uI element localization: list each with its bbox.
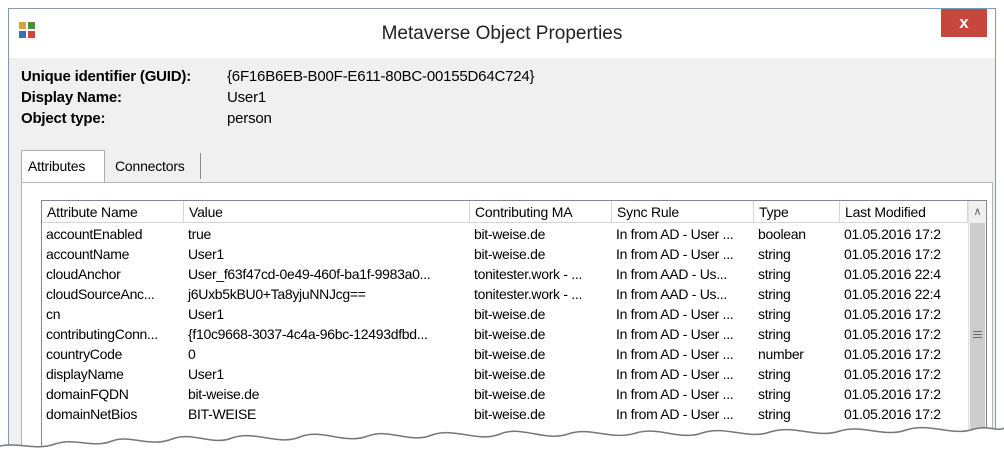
column-header-contributing-ma[interactable]: Contributing MA (470, 201, 612, 223)
cell-value: bit-weise.de (188, 386, 260, 402)
table-row[interactable]: displayName User1 bit-weise.de In from AD -… (42, 364, 968, 384)
cell-contributing-ma: tonitester.work - ... (474, 286, 583, 302)
scrollbar-thumb[interactable] (970, 223, 985, 460)
cell-attribute-name: accountName (46, 246, 130, 262)
cell-value: 0 (188, 346, 196, 362)
cell-contributing-ma: bit-weise.de (474, 346, 546, 362)
cell-last-modified: 01.05.2016 17:2 (844, 226, 941, 242)
cell-sync-rule: In from AAD - Us... (616, 286, 727, 302)
cell-type: boolean (758, 226, 806, 242)
grid-header: Attribute Name Value Contributing MA Syn… (42, 201, 968, 224)
tab-attributes[interactable]: Attributes (21, 150, 105, 183)
cell-type: string (758, 306, 791, 322)
cell-sync-rule: In from AD - User ... (616, 326, 734, 342)
table-row[interactable]: cloudSourceAnc... j6Uxb5kBU0+Ta8yjuNNJcg=… (42, 284, 968, 304)
cell-contributing-ma: bit-weise.de (474, 226, 546, 242)
cell-type: number (758, 346, 804, 362)
cell-sync-rule: In from AD - User ... (616, 246, 734, 262)
table-row[interactable]: accountName User1 bit-weise.de In from AD -… (42, 244, 968, 264)
cell-type: string (758, 266, 791, 282)
cell-sync-rule: In from AD - User ... (616, 346, 734, 362)
cell-value: User1 (188, 306, 224, 322)
cell-attribute-name: displayName (46, 366, 124, 382)
table-row[interactable]: accountEnabled true bit-weise.de In from AD… (42, 224, 968, 244)
display-name-value: User1 (227, 89, 267, 106)
cell-type: string (758, 326, 791, 342)
attributes-grid: Attribute Name Value Contributing MA Syn… (41, 200, 987, 460)
cell-value: true (188, 226, 211, 242)
cell-sync-rule: In from AD - User ... (616, 406, 734, 422)
cell-attribute-name: cloudSourceAnc... (46, 286, 155, 302)
vertical-scrollbar[interactable]: ∧ (968, 201, 986, 460)
cell-last-modified: 01.05.2016 22:4 (844, 286, 941, 302)
cell-last-modified: 01.05.2016 17:2 (844, 386, 941, 402)
table-row[interactable]: cn User1 bit-weise.de In from AD - User ...… (42, 304, 968, 324)
cell-contributing-ma: bit-weise.de (474, 366, 546, 382)
column-header-type[interactable]: Type (754, 201, 840, 223)
window-title: Metaverse Object Properties (381, 23, 623, 44)
cell-value: User1 (188, 366, 224, 382)
table-row[interactable]: contributingConn... {f10c9668-3037-4c4a-9… (42, 324, 968, 344)
table-row[interactable]: countryCode 0 bit-weise.de In from AD - Use… (42, 344, 968, 364)
cell-attribute-name: cn (46, 306, 61, 322)
cell-last-modified: 01.05.2016 17:2 (844, 346, 941, 362)
cell-type: string (758, 386, 791, 402)
table-row[interactable]: domainNetBios BIT-WEISE bit-weise.de In fro… (42, 404, 968, 424)
object-type-value: person (227, 110, 272, 127)
cell-contributing-ma: tonitester.work - ... (474, 266, 583, 282)
table-row[interactable]: cloudAnchor User_f63f47cd-0e49-460f-ba1f-… (42, 264, 968, 284)
cell-contributing-ma: bit-weise.de (474, 406, 546, 422)
cell-type: string (758, 366, 791, 382)
cell-attribute-name: domainFQDN (46, 386, 129, 402)
cell-value: {f10c9668-3037-4c4a-96bc-12493dfbd... (188, 326, 428, 342)
column-header-last-modified[interactable]: Last Modified (840, 201, 968, 223)
cell-sync-rule: In from AD - User ... (616, 306, 734, 322)
cell-last-modified: 01.05.2016 17:2 (844, 246, 941, 262)
title-bar: Metaverse Object Properties x (9, 9, 995, 58)
close-icon: x (959, 13, 969, 32)
guid-value: {6F16B6EB-B00F-E611-80BC-00155D64C724} (227, 68, 535, 85)
grip-icon (973, 331, 982, 340)
cell-value: User1 (188, 246, 224, 262)
cell-attribute-name: cloudAnchor (46, 266, 121, 282)
cell-value: BIT-WEISE (188, 406, 257, 422)
cell-type: string (758, 286, 791, 302)
cell-value: j6Uxb5kBU0+Ta8yjuNNJcg== (188, 286, 366, 302)
column-header-attribute-name[interactable]: Attribute Name (42, 201, 184, 223)
cell-sync-rule: In from AD - User ... (616, 366, 734, 382)
column-header-sync-rule[interactable]: Sync Rule (612, 201, 754, 223)
tab-connectors[interactable]: Connectors (109, 153, 201, 179)
cell-contributing-ma: bit-weise.de (474, 326, 546, 342)
cell-sync-rule: In from AD - User ... (616, 386, 734, 402)
cell-last-modified: 01.05.2016 17:2 (844, 406, 941, 422)
guid-label: Unique identifier (GUID): (21, 68, 191, 85)
cell-type: string (758, 246, 791, 262)
scroll-up-icon[interactable]: ∧ (969, 201, 986, 221)
cell-last-modified: 01.05.2016 17:2 (844, 366, 941, 382)
object-type-label: Object type: (21, 110, 106, 127)
attributes-panel: Attribute Name Value Contributing MA Syn… (21, 182, 993, 460)
cell-attribute-name: countryCode (46, 346, 123, 362)
cell-last-modified: 01.05.2016 17:2 (844, 306, 941, 322)
cell-type: string (758, 406, 791, 422)
cell-sync-rule: In from AAD - Us... (616, 266, 727, 282)
properties-dialog: Metaverse Object Properties x Unique ide… (8, 8, 996, 461)
cell-attribute-name: domainNetBios (46, 406, 138, 422)
cell-value: User_f63f47cd-0e49-460f-ba1f-9983a0... (188, 266, 431, 282)
cell-contributing-ma: bit-weise.de (474, 386, 546, 402)
table-row[interactable]: domainFQDN bit-weise.de bit-weise.de In fro… (42, 384, 968, 404)
cell-contributing-ma: bit-weise.de (474, 246, 546, 262)
cell-last-modified: 01.05.2016 17:2 (844, 326, 941, 342)
cell-sync-rule: In from AD - User ... (616, 226, 734, 242)
close-button[interactable]: x (941, 9, 987, 37)
cell-contributing-ma: bit-weise.de (474, 306, 546, 322)
cell-attribute-name: accountEnabled (46, 226, 143, 242)
cell-last-modified: 01.05.2016 22:4 (844, 266, 941, 282)
display-name-label: Display Name: (21, 89, 122, 106)
cell-attribute-name: contributingConn... (46, 326, 158, 342)
column-header-value[interactable]: Value (184, 201, 470, 223)
